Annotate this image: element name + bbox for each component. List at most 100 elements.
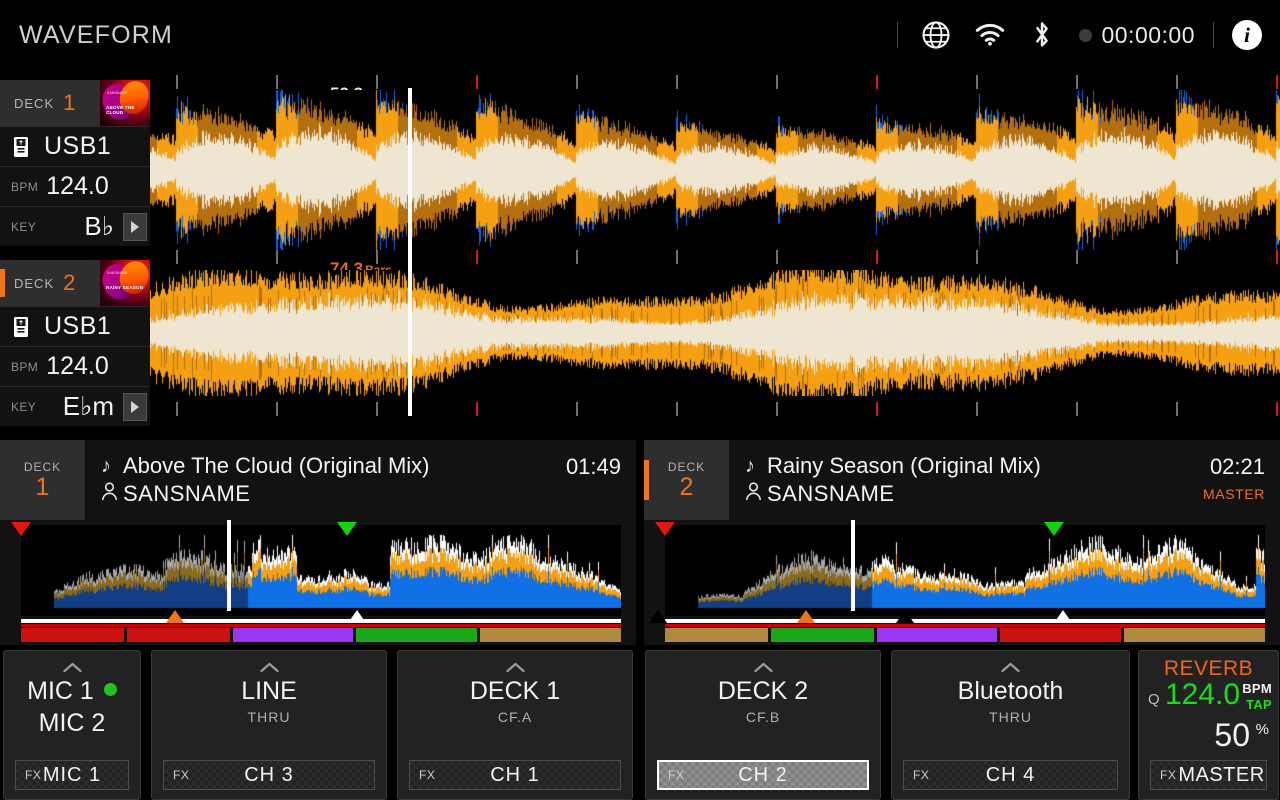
track-info-strip: DECK 1 ♪ Above The Cloud (Original Mix) … (0, 440, 1280, 520)
reverb-q-label[interactable]: Q (1148, 691, 1160, 708)
overview-2-position-line (665, 624, 1265, 627)
phrase-segment[interactable] (665, 628, 768, 642)
chevron-right-icon (131, 221, 139, 233)
channel-collapse-button[interactable] (892, 662, 1129, 673)
phrase-segment[interactable] (356, 628, 477, 642)
overview-deck-1[interactable] (0, 520, 636, 645)
waveform-area[interactable]: 52.3Bars 74.3Bars (150, 70, 1280, 440)
overview-deck-2[interactable] (644, 520, 1280, 645)
deck-2-bpm-row[interactable]: BPM 124.0 (0, 346, 150, 386)
overview-2-playhead[interactable] (851, 520, 855, 611)
overview-2-hotcue-black-marker-b[interactable] (896, 610, 914, 623)
reverb-tap-button[interactable]: TAP (1246, 697, 1272, 712)
channel-fx-assign-bar[interactable]: FXCH 4 (903, 760, 1118, 790)
channel-collapse-button[interactable] (398, 662, 632, 673)
track-deck-2-badge[interactable]: DECK 2 (644, 440, 729, 520)
reverb-bpm-value[interactable]: 124.0 (1165, 678, 1240, 712)
overview-2-hotcue-black-marker-a[interactable] (649, 610, 667, 623)
phrase-segment[interactable] (480, 628, 621, 642)
channel-mic[interactable]: MIC 1MIC 2FXMIC 1 (3, 650, 141, 800)
overview-1-progress-bar[interactable] (21, 619, 621, 623)
phrase-segment[interactable] (877, 628, 998, 642)
reverb-fx-panel[interactable]: REVERB Q 124.0 BPM TAP 50 % FX MASTER (1138, 650, 1279, 800)
overview-1-phrase-segments[interactable] (21, 628, 621, 642)
channel-fx-assign-bar[interactable]: FXCH 2 (657, 760, 869, 790)
channel-line[interactable]: LINETHRUFXCH 3 (151, 650, 387, 800)
deck-1-playhead[interactable] (408, 88, 412, 250)
overview-2-hotcue-orange-marker[interactable] (797, 610, 815, 623)
record-dot-icon (1079, 29, 1092, 42)
channel-collapse-button[interactable] (152, 662, 386, 673)
channel-fx-assign-bar[interactable]: FXCH 1 (409, 760, 621, 790)
mic-active-led (104, 683, 117, 696)
phrase-segment[interactable] (1124, 628, 1265, 642)
phrase-segment[interactable] (127, 628, 230, 642)
track-info-deck-2[interactable]: DECK 2 ♪ Rainy Season (Original Mix) SAN… (644, 440, 1280, 520)
top-bar: WAVEFORM 00:00:00 i (0, 0, 1280, 70)
track-info-deck-1[interactable]: DECK 1 ♪ Above The Cloud (Original Mix) … (0, 440, 636, 520)
artwork-line-2: RAINY SEASON (106, 285, 148, 290)
channel-deck-1[interactable]: DECK 1CF.AFXCH 1 (397, 650, 633, 800)
deck-1-header[interactable]: DECK 1 SANSNAME ABOVE THE CLOUD (0, 80, 150, 126)
deck-2-beat-ticks-lower (150, 402, 1280, 416)
deck-1-waveform[interactable]: 52.3Bars (150, 75, 1280, 250)
divider (897, 22, 898, 48)
reverb-percent-value[interactable]: 50 (1214, 717, 1250, 754)
deck-2-badge-accent (644, 460, 649, 500)
track-deck-1-badge[interactable]: DECK 1 (0, 440, 85, 520)
channel-bluetooth[interactable]: BluetoothTHRUFXCH 4 (891, 650, 1130, 800)
channel-fx-assign-bar[interactable]: FXCH 3 (163, 760, 375, 790)
overview-1-cue-start-marker[interactable] (11, 522, 31, 536)
phrase-segment[interactable] (233, 628, 354, 642)
overview-1-cue-green-marker[interactable] (337, 522, 357, 536)
info-icon[interactable]: i (1232, 20, 1262, 50)
usb-icon (11, 135, 31, 159)
deck-1-key-value: B♭ (84, 211, 114, 242)
deck-2-accent (0, 269, 5, 297)
channel-collapse-button[interactable] (646, 662, 880, 673)
overview-1-hotcue-orange-marker[interactable] (166, 610, 184, 623)
wifi-icon[interactable] (970, 15, 1010, 55)
deck-1-bpm-value: 124.0 (46, 172, 109, 201)
channel-title: DECK 1 (398, 677, 632, 706)
phrase-segment[interactable] (1000, 628, 1121, 642)
overview-2-cue-green-marker[interactable] (1044, 522, 1064, 536)
phrase-segment[interactable] (771, 628, 874, 642)
bluetooth-icon[interactable] (1022, 15, 1062, 55)
deck-2-key-row[interactable]: KEY E♭m (0, 386, 150, 426)
deck-2-header[interactable]: DECK 2 SANSNAME RAINY SEASON (0, 260, 150, 306)
overview-2-phrase-segments[interactable] (665, 628, 1265, 642)
deck-2-key-label: KEY (11, 400, 36, 414)
deck-1-artwork: SANSNAME ABOVE THE CLOUD (100, 80, 150, 126)
channel-title-secondary[interactable]: MIC 2 (4, 709, 140, 738)
overview-1-hotcue-white-marker[interactable] (348, 610, 366, 623)
deck-1-key-next-button[interactable] (123, 213, 147, 241)
overview-2-hotcue-white-marker[interactable] (1054, 610, 1072, 623)
channel-fx-assign-bar[interactable]: FXMIC 1 (15, 760, 129, 790)
channel-deck-2[interactable]: DECK 2CF.BFXCH 2 (645, 650, 881, 800)
deck-1-source-row[interactable]: USB1 (0, 126, 150, 166)
reverb-fx-assign-bar[interactable]: FX MASTER (1150, 760, 1267, 790)
deck-1-key-row[interactable]: KEY B♭ (0, 206, 150, 246)
overview-2-cue-start-marker[interactable] (655, 522, 675, 536)
music-note-icon: ♪ (745, 455, 767, 478)
track-2-master-badge: MASTER (1203, 486, 1265, 502)
usb-icon (11, 315, 31, 339)
overview-1-canvas[interactable] (21, 525, 621, 616)
deck-1-badge-accent (0, 460, 5, 500)
channel-collapse-button[interactable] (4, 662, 140, 673)
overview-1-playhead[interactable] (227, 520, 231, 611)
overview-2-canvas[interactable] (665, 525, 1265, 616)
overview-2-progress-bar[interactable] (665, 619, 1265, 623)
deck-2-key-next-button[interactable] (123, 393, 147, 421)
deck-2-source: USB1 (44, 312, 111, 341)
phrase-segment[interactable] (21, 628, 124, 642)
deck-2-label: DECK (14, 276, 54, 291)
deck-1-bpm-row[interactable]: BPM 124.0 (0, 166, 150, 206)
globe-icon[interactable] (916, 15, 956, 55)
artwork-line-1: SANSNAME (107, 91, 147, 95)
deck-2-waveform[interactable]: 74.3Bars (150, 250, 1280, 435)
deck-2-source-row[interactable]: USB1 (0, 306, 150, 346)
deck-2-playhead[interactable] (408, 250, 412, 416)
person-icon (101, 482, 123, 507)
